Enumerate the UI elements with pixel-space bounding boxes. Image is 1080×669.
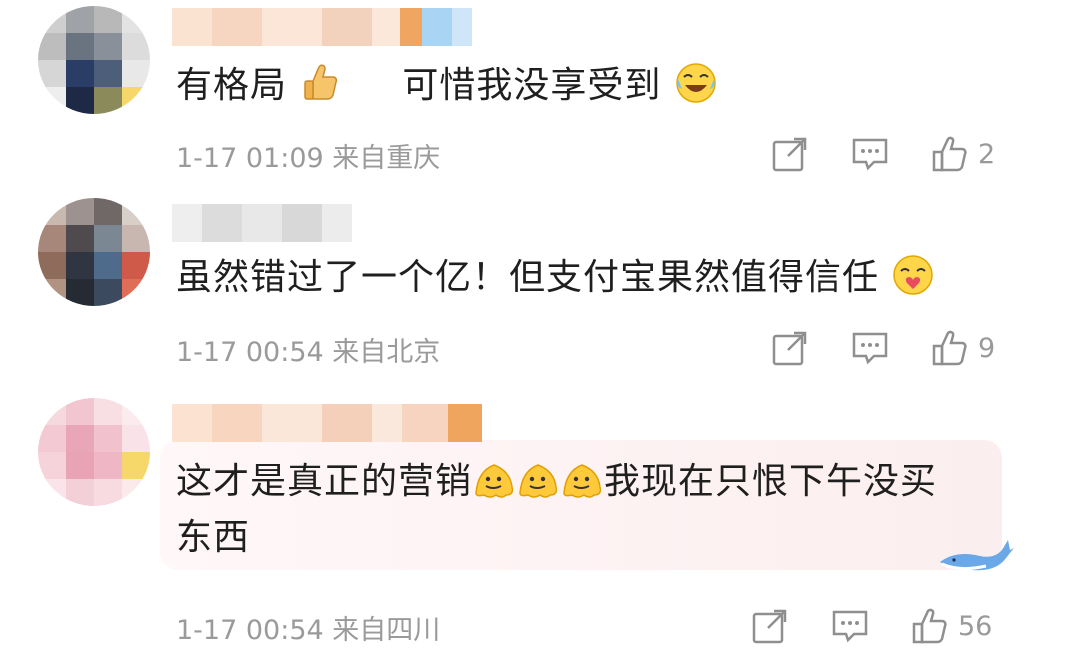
comment-icon[interactable] [850,328,890,368]
thumbs-up-outline-icon[interactable] [930,134,970,174]
laughing-crying-icon [676,63,716,103]
thumbs-up-outline-icon[interactable] [910,606,950,646]
avatar[interactable] [38,6,150,114]
avatar[interactable] [38,198,150,306]
comment-icon[interactable] [830,606,870,646]
share-icon[interactable] [750,606,790,646]
like-count: 9 [978,332,996,364]
melting-face-icon [519,464,558,498]
melting-face-icon [475,464,514,498]
like-button[interactable]: 9 [930,328,995,368]
comment-icon[interactable] [850,134,890,174]
like-count: 2 [978,138,996,170]
username[interactable] [172,8,472,46]
comment-text: 有格局 可惜我没享受到 [176,58,960,114]
avatar[interactable] [38,398,150,506]
comment-text: 这才是真正的营销 我现在只恨下午没买 东西 [176,454,960,566]
thumbs-up-outline-icon[interactable] [930,328,970,368]
comment-meta: 1-17 00:54 来自四川 [176,615,441,646]
like-button[interactable]: 56 [910,606,992,646]
comment-meta: 1-17 00:54 来自北京 [176,337,441,368]
melting-face-icon [563,464,602,498]
comment-text: 虽然错过了一个亿！但支付宝果然值得信任 [176,250,960,306]
thumbs-up-icon [304,64,338,100]
comment-meta: 1-17 01:09 来自重庆 [176,143,441,174]
username[interactable] [172,204,352,242]
share-icon[interactable] [770,328,810,368]
like-button[interactable]: 2 [930,134,995,174]
share-icon[interactable] [770,134,810,174]
like-count: 56 [958,610,993,642]
heart-kiss-icon [893,255,934,295]
username[interactable] [172,404,482,442]
